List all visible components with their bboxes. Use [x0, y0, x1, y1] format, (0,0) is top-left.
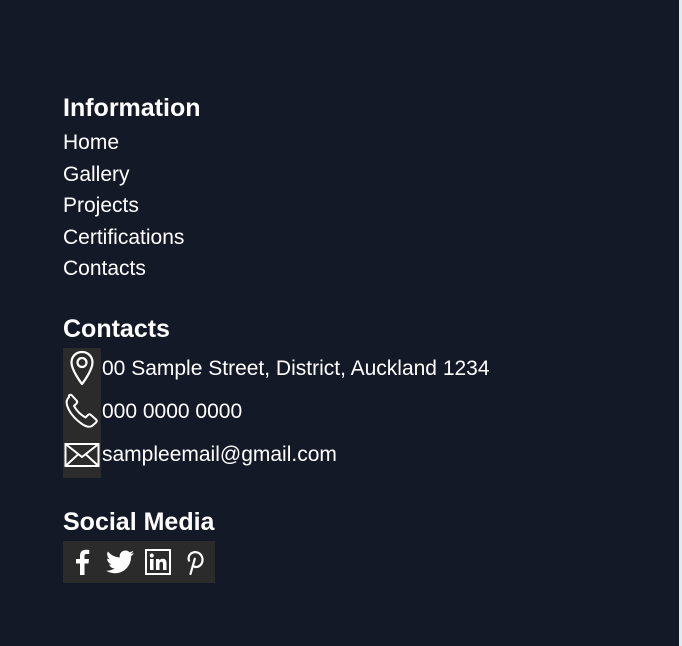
social-media-heading: Social Media	[63, 508, 215, 536]
list-item: Home	[63, 127, 184, 159]
phone-icon	[63, 392, 101, 432]
pinterest-icon[interactable]	[177, 541, 215, 583]
list-item: Gallery	[63, 159, 184, 191]
gallery-link[interactable]: Gallery	[63, 163, 130, 186]
list-item: Projects	[63, 190, 184, 222]
certifications-link[interactable]: Certifications	[63, 226, 184, 249]
list-item: Contacts	[63, 253, 184, 285]
facebook-icon[interactable]	[63, 541, 101, 583]
linkedin-icon[interactable]	[139, 541, 177, 583]
information-links: Home Gallery Projects Certifications Con…	[63, 127, 184, 285]
home-link[interactable]: Home	[63, 131, 119, 154]
social-icons-bar	[63, 541, 215, 583]
address-text: 00 Sample Street, District, Auckland 123…	[102, 357, 490, 380]
envelope-icon	[63, 436, 101, 476]
contacts-link[interactable]: Contacts	[63, 257, 146, 280]
location-pin-icon	[63, 350, 101, 390]
phone-text: 000 0000 0000	[102, 400, 243, 423]
information-heading: Information	[63, 94, 201, 122]
email-text: sampleemail@gmail.com	[102, 443, 337, 466]
contacts-heading: Contacts	[63, 315, 170, 343]
list-item: Certifications	[63, 222, 184, 254]
projects-link[interactable]: Projects	[63, 194, 139, 217]
site-footer: Information Home Gallery Projects Certif…	[0, 0, 679, 646]
contact-icons-column	[63, 348, 101, 478]
twitter-icon[interactable]	[101, 541, 139, 583]
